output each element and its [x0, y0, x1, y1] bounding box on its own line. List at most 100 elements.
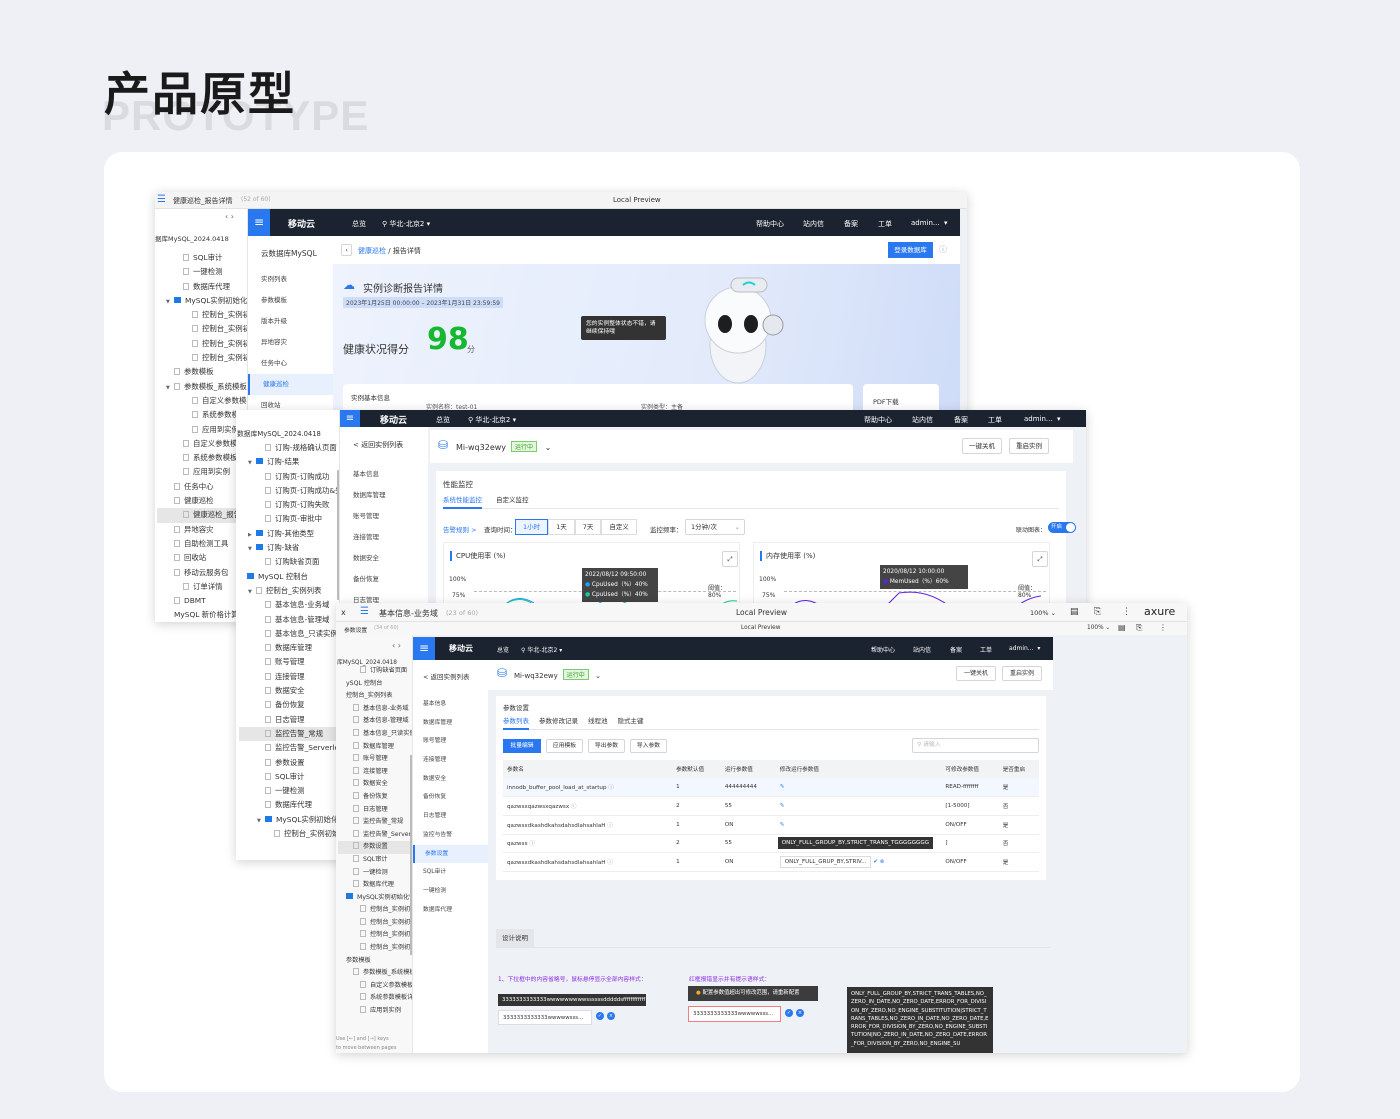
tree-item[interactable]: 订购-规格确认页面: [239, 441, 339, 455]
region-selector[interactable]: ⚲ 华北-北京2 ▾: [382, 219, 430, 229]
zoom-select[interactable]: 100% ⌄: [1030, 609, 1056, 617]
menu-item[interactable]: 数据库管理: [413, 714, 488, 733]
nav-ticket[interactable]: 工单: [980, 645, 992, 654]
tree-item[interactable]: ▼ MySQL实例初始化快速: [239, 813, 339, 827]
nav-ticket[interactable]: 工单: [878, 219, 892, 229]
menu-item[interactable]: 数据库管理: [340, 485, 428, 506]
tree-item[interactable]: MySQL 控制台: [239, 570, 339, 584]
tree-item[interactable]: ▼ MySQL实例初始化快速: [157, 294, 247, 308]
tree-item[interactable]: 控制台_实例初始化: [157, 351, 247, 365]
inner-more-icon[interactable]: ⋮: [1159, 623, 1167, 632]
hamburger-menu-button[interactable]: ≡: [248, 209, 270, 236]
info-icon[interactable]: ⓘ: [605, 823, 613, 829]
tree-item[interactable]: 账号管理: [338, 753, 412, 766]
tree-item[interactable]: 基本信息-业务域: [239, 598, 339, 612]
time-range-option[interactable]: 自定义: [601, 519, 637, 535]
tree-item[interactable]: SQL审计: [157, 251, 247, 265]
tree-item[interactable]: 基本信息-管理域: [338, 715, 412, 728]
menu-item[interactable]: 监控与告警: [413, 826, 488, 845]
back-to-list-link[interactable]: < 返回实例列表: [340, 427, 428, 464]
tree-item[interactable]: 控制台_实例初始化: [157, 337, 247, 351]
menu-item[interactable]: 健康巡检: [248, 374, 333, 395]
search-input[interactable]: ⚲ 请输入: [912, 738, 1039, 753]
menu-item[interactable]: SQL审计: [413, 863, 488, 882]
menu-item[interactable]: 连接管理: [340, 527, 428, 548]
tree-item[interactable]: 日志管理: [239, 713, 339, 727]
tree-item[interactable]: 数据安全: [338, 778, 412, 791]
tree-item[interactable]: 参数设置: [338, 841, 412, 854]
tree-item[interactable]: 自定义参数模板详情: [157, 394, 247, 408]
menu-item[interactable]: 实例列表: [248, 269, 333, 290]
nav-help-center[interactable]: 帮助中心: [864, 415, 892, 425]
frequency-select[interactable]: 1分钟/次 ⌄: [685, 519, 745, 535]
tab[interactable]: 参数列表: [503, 715, 529, 730]
cancel-icon[interactable]: ×: [607, 1012, 615, 1020]
tree-item[interactable]: 订购页-审批中: [239, 512, 339, 526]
import-params-button[interactable]: 导入参数: [630, 739, 667, 753]
menu-item[interactable]: 账号管理: [340, 506, 428, 527]
tree-item[interactable]: 一键检测: [239, 784, 339, 798]
tree-item[interactable]: 移动云服务包: [157, 566, 247, 580]
nav-ticket[interactable]: 工单: [988, 415, 1002, 425]
restart-button[interactable]: 重启实例: [1009, 438, 1049, 454]
menu-icon[interactable]: ☰: [360, 606, 369, 617]
tree-item[interactable]: 自定义参数模板详情: [338, 980, 412, 993]
menu-item[interactable]: 版本升级: [248, 311, 333, 332]
menu-item[interactable]: 连接管理: [413, 751, 488, 770]
nav-inbox[interactable]: 站内信: [912, 415, 933, 425]
tree-item[interactable]: 备份恢复: [338, 791, 412, 804]
tree-item[interactable]: 监控告警_Serverless: [239, 741, 339, 755]
alarm-rule-link[interactable]: 告警规则 >: [443, 524, 477, 534]
expand-icon[interactable]: ⤢: [1032, 551, 1048, 567]
tree-item[interactable]: 一键检测: [157, 265, 247, 279]
hamburger-menu-button[interactable]: ≡: [413, 637, 435, 660]
tree-item[interactable]: ▼ 控制台_实例列表: [239, 584, 339, 598]
tree-item[interactable]: 参数设置: [239, 756, 339, 770]
tree-item[interactable]: 基本信息-管理域: [239, 613, 339, 627]
tree-item[interactable]: 应用到实例: [157, 423, 247, 437]
chevron-down-icon[interactable]: ⌄: [545, 443, 552, 452]
nav-inbox[interactable]: 站内信: [803, 219, 824, 229]
info-icon[interactable]: ⓘ: [569, 804, 577, 810]
back-button[interactable]: ‹: [341, 244, 352, 256]
nav-inbox[interactable]: 站内信: [913, 645, 931, 654]
restart-button[interactable]: 重启实例: [1002, 666, 1042, 681]
tree-item[interactable]: 自定义参数模板详情: [157, 437, 247, 451]
caret-right-icon[interactable]: ▶: [248, 528, 256, 541]
info-icon[interactable]: ⓘ: [605, 860, 613, 866]
tree-item[interactable]: ▶ 订购-其他类型: [239, 527, 339, 541]
tree-item[interactable]: 基本信息_只读实例: [338, 728, 412, 741]
tree-item[interactable]: 订购缺省页面: [338, 665, 412, 678]
tree-item[interactable]: 备份恢复: [239, 698, 339, 712]
tree-item[interactable]: DBMT: [157, 594, 247, 608]
tab[interactable]: 系统性能监控: [443, 494, 482, 509]
tree-item[interactable]: 订购页-订购成功: [239, 470, 339, 484]
tree-item[interactable]: 系统参数模板详情: [157, 408, 247, 422]
tab[interactable]: 自定义监控: [496, 494, 529, 509]
region-selector[interactable]: ⚲ 华北-北京2 ▾: [521, 645, 562, 654]
nav-help-center[interactable]: 帮助中心: [871, 645, 895, 654]
tree-item[interactable]: ySQL 控制台: [338, 678, 412, 691]
menu-item[interactable]: 参数模板: [248, 290, 333, 311]
edit-icon[interactable]: ✎: [780, 803, 785, 809]
tree-item[interactable]: MySQL实例初始化快速: [338, 892, 412, 905]
tree-item[interactable]: 系统参数模板详情: [157, 451, 247, 465]
shutdown-button[interactable]: 一键关机: [962, 438, 1002, 454]
tree-item[interactable]: 监控告警_Serverless: [338, 829, 412, 842]
tree-item[interactable]: 订购页-订购成功&失败: [239, 484, 339, 498]
close-icon[interactable]: x: [341, 608, 346, 617]
menu-item[interactable]: 数据库代理: [413, 901, 488, 920]
more-icon[interactable]: ⋮: [1122, 607, 1131, 617]
info-icon[interactable]: ⓘ: [607, 785, 614, 791]
tree-item[interactable]: 连接管理: [338, 766, 412, 779]
nav-overview[interactable]: 总览: [497, 645, 509, 654]
back-to-list-link[interactable]: < 返回实例列表: [413, 660, 488, 695]
tree-item[interactable]: 订购页-订购失败: [239, 498, 339, 512]
caret-down-icon[interactable]: ▼: [248, 542, 256, 555]
nav-overview[interactable]: 总览: [352, 219, 366, 229]
chevron-down-icon[interactable]: ⌄: [595, 672, 601, 680]
tree-item[interactable]: 日志管理: [338, 804, 412, 817]
tree-item[interactable]: 基本信息_只读实例: [239, 627, 339, 641]
tree-item[interactable]: 数据库管理: [338, 741, 412, 754]
login-database-button[interactable]: 登录数据库: [888, 242, 933, 258]
